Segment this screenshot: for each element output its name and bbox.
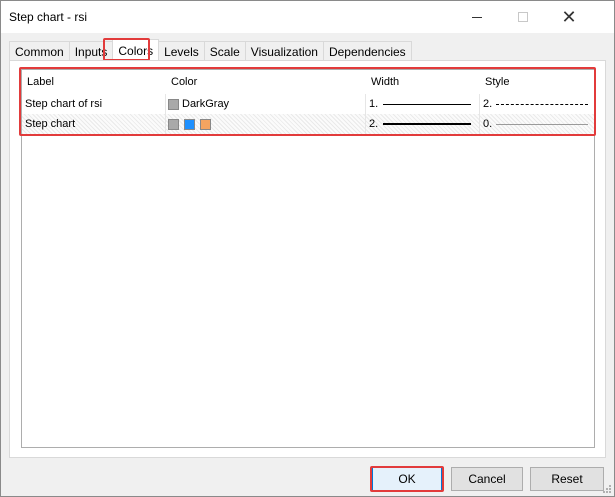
minimize-icon — [472, 16, 482, 18]
close-icon: ✕ — [561, 6, 577, 27]
window-title: Step chart - rsi — [9, 10, 88, 24]
close-button[interactable]: ✕ — [546, 1, 592, 33]
reset-button[interactable]: Reset — [530, 467, 604, 491]
ok-highlight-box — [370, 466, 444, 492]
tab-highlight-box — [103, 38, 150, 61]
tab-levels[interactable]: Levels — [158, 41, 205, 61]
title-bar[interactable]: Step chart - rsi ✕ — [1, 1, 614, 33]
tab-strip: Common Inputs Colors Levels Scale Visual… — [9, 39, 412, 61]
tab-visualization[interactable]: Visualization — [244, 41, 324, 61]
maximize-icon — [518, 12, 528, 22]
cancel-button[interactable]: Cancel — [451, 467, 523, 491]
tab-dependencies[interactable]: Dependencies — [322, 41, 412, 61]
minimize-button[interactable] — [454, 1, 500, 33]
grid-highlight-box — [19, 67, 596, 136]
dialog-window: Step chart - rsi ✕ Common Inputs Colors … — [0, 0, 615, 497]
tab-common[interactable]: Common — [9, 41, 70, 61]
maximize-button — [500, 1, 546, 33]
tab-scale[interactable]: Scale — [203, 41, 246, 61]
resize-grip-icon[interactable] — [602, 484, 612, 494]
